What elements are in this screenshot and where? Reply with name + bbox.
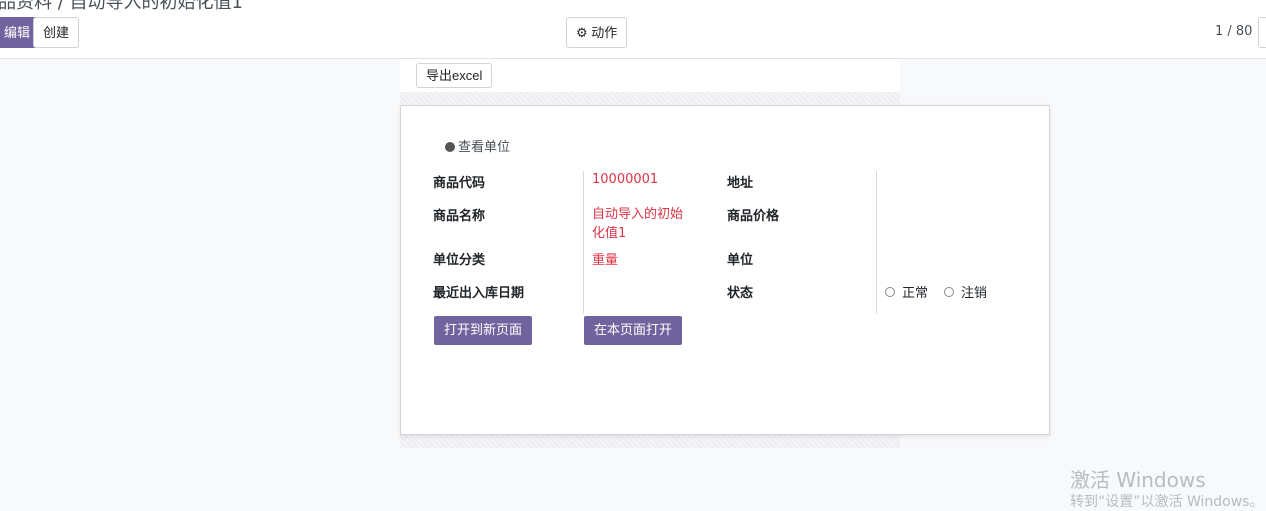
- open-new-page-button[interactable]: 打开到新页面: [434, 316, 533, 345]
- status-radio-cancelled[interactable]: 注销: [944, 282, 987, 301]
- address-label: 地址: [727, 176, 754, 191]
- last-stock-date-label: 最近出入库日期: [433, 286, 525, 301]
- view-unit-label: 查看单位: [458, 140, 511, 155]
- status-normal-label: 正常: [902, 286, 929, 301]
- pager-value[interactable]: 1 / 80: [1215, 24, 1252, 39]
- activation-watermark-subtitle: 转到“设置”以激活 Windows。: [1070, 494, 1264, 510]
- export-excel-button[interactable]: 导出excel: [416, 63, 493, 88]
- breadcrumb[interactable]: 品资料 / 自动导入的初始化值1: [0, 0, 243, 14]
- activation-watermark-title: 激活 Windows: [1070, 468, 1206, 492]
- product-price-label: 商品价格: [727, 209, 780, 224]
- pager-previous-button[interactable]: [1258, 17, 1266, 48]
- product-code-label: 商品代码: [433, 176, 486, 191]
- open-this-page-button[interactable]: 在本页面打开: [584, 316, 683, 345]
- action-label: 动作: [591, 25, 618, 40]
- product-name-value[interactable]: 自动导入的初始化值1: [592, 205, 692, 243]
- status-radio-normal[interactable]: 正常: [885, 282, 928, 301]
- column-divider-right: [876, 171, 877, 314]
- unit-category-label: 单位分类: [433, 253, 486, 268]
- radio-circle-icon: [885, 286, 895, 297]
- product-code-value[interactable]: 10000001: [592, 172, 658, 187]
- unit-label: 单位: [727, 253, 754, 268]
- product-name-label: 商品名称: [433, 209, 486, 224]
- status-label: 状态: [727, 286, 754, 301]
- view-unit-button[interactable]: 查看单位: [445, 136, 510, 155]
- unit-category-value[interactable]: 重量: [592, 249, 618, 268]
- column-divider: [583, 171, 584, 314]
- gear-icon: ⚙: [576, 25, 588, 40]
- sheet-toolbar: 导出excel: [400, 59, 900, 92]
- radio-circle-icon: [944, 286, 954, 297]
- globe-icon: [445, 142, 455, 152]
- status-cancelled-label: 注销: [961, 286, 988, 301]
- create-button[interactable]: 创建: [33, 17, 80, 48]
- control-panel: 品资料 / 自动导入的初始化值1 编辑 创建 ⚙ 动作 1 / 80: [0, 0, 1266, 59]
- action-button[interactable]: ⚙ 动作: [566, 17, 628, 48]
